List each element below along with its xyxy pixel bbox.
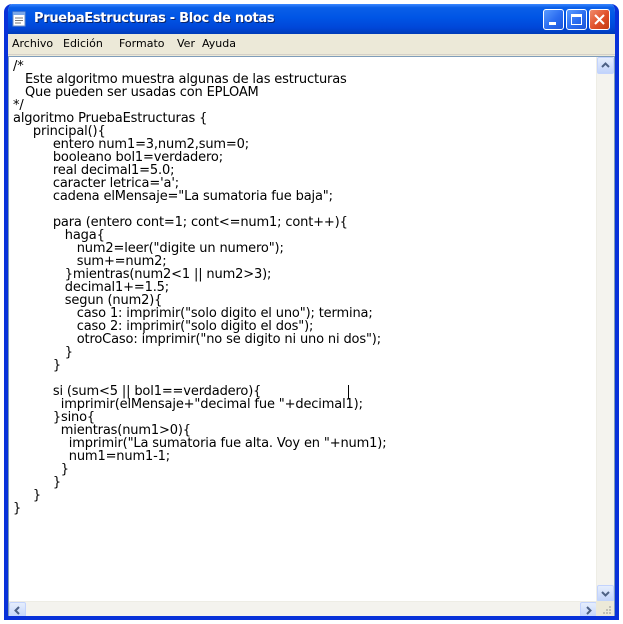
text-area[interactable]: /* Este algoritmo muestra algunas de las… [10,58,597,603]
menu-edicion[interactable]: Edición [63,37,103,50]
menu-archivo[interactable]: Archivo [12,37,53,50]
close-button[interactable] [589,9,610,30]
menu-ver[interactable]: Ver [177,37,195,50]
notepad-window: PruebaEstructuras - Bloc de notas Archiv… [4,4,619,620]
vertical-scrollbar[interactable] [596,57,614,602]
scroll-up-button[interactable] [597,57,614,74]
text-caret [348,385,349,399]
code-line: } [13,501,22,516]
editor: /* Este algoritmo muestra algunas de las… [8,56,615,616]
maximize-button[interactable] [566,9,587,30]
window-title: PruebaEstructuras - Bloc de notas [34,11,275,26]
title-bar[interactable]: PruebaEstructuras - Bloc de notas [8,4,615,34]
resize-grip[interactable] [596,601,614,616]
code-line: } [13,358,61,373]
scroll-right-button[interactable] [580,602,597,616]
scroll-down-button[interactable] [597,585,614,602]
code-line: cadena elMensaje="La sumatoria fue baja"… [13,189,333,204]
minimize-button[interactable] [543,9,564,30]
menu-ayuda[interactable]: Ayuda [202,37,236,50]
scroll-left-button[interactable] [9,602,26,616]
notepad-app-icon[interactable] [12,11,26,27]
horizontal-scrollbar[interactable] [9,601,597,616]
code-line: Que pueden ser usadas con EPLOAM [13,85,259,100]
menu-formato[interactable]: Formato [119,37,165,50]
menu-bar: Archivo Edición Formato Ver Ayuda [8,34,615,55]
